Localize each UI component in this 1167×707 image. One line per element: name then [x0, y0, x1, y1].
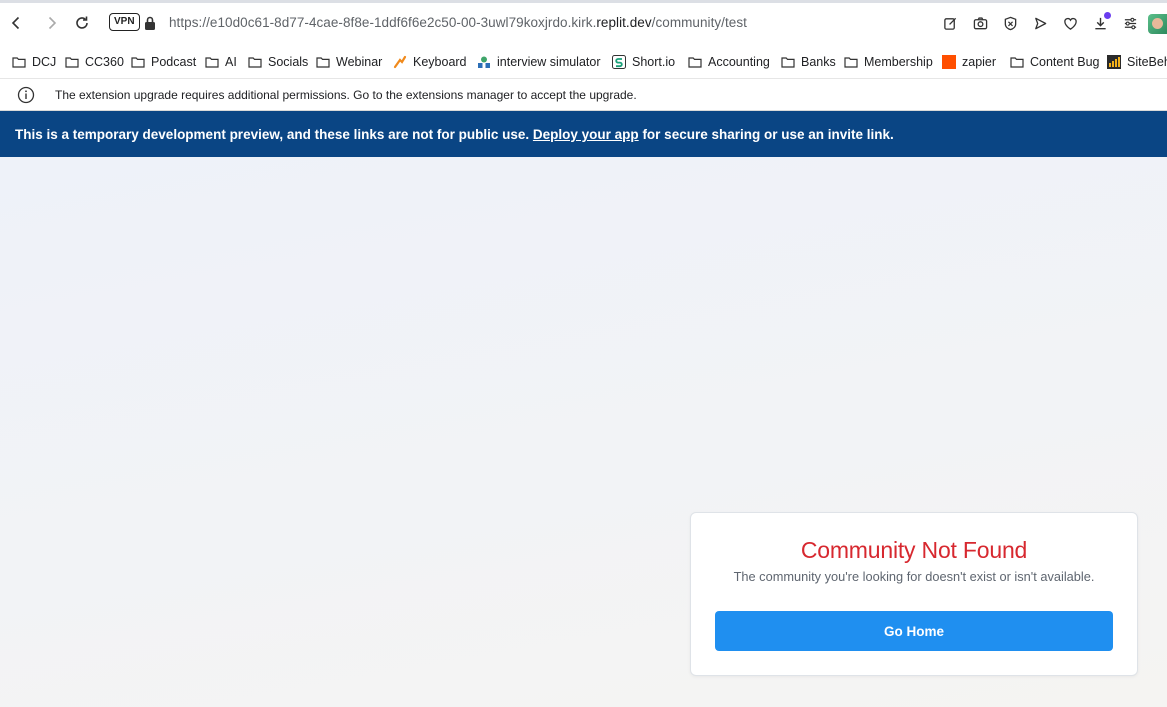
- bookmark-cc360[interactable]: CC360: [65, 53, 124, 71]
- folder-icon: [781, 55, 795, 69]
- bookmark-label: Membership: [864, 55, 933, 69]
- bookmark-ai[interactable]: AI: [205, 53, 237, 71]
- bookmark-content-bug[interactable]: Content Bug: [1010, 53, 1100, 71]
- flow-button[interactable]: [1028, 11, 1052, 35]
- bookmark-label: SiteBeh: [1127, 55, 1167, 69]
- bookmark-label: Webinar: [336, 55, 383, 69]
- folder-icon: [12, 55, 26, 69]
- bookmark-shortio[interactable]: Short.io: [612, 53, 675, 71]
- bookmark-label: Socials: [268, 55, 309, 69]
- snapshot-button[interactable]: [968, 11, 992, 35]
- bookmark-zapier[interactable]: zapier: [942, 53, 996, 71]
- bookmark-label: AI: [225, 55, 237, 69]
- bookmark-webinar[interactable]: Webinar: [316, 53, 382, 71]
- bookmark-label: Short.io: [632, 55, 676, 69]
- download-badge: [1104, 12, 1111, 19]
- profile-avatar[interactable]: [1148, 14, 1167, 34]
- bookmark-label: Content Bug: [1030, 55, 1100, 69]
- back-button[interactable]: [4, 11, 28, 35]
- shield-icon: [1004, 16, 1016, 30]
- reload-button[interactable]: [70, 11, 94, 35]
- bookmark-label: Podcast: [151, 55, 197, 69]
- folder-icon: [844, 55, 858, 69]
- go-home-button[interactable]: Go Home: [715, 611, 1113, 651]
- error-message: The community you're looking for doesn't…: [733, 569, 1095, 584]
- url-prefix: https://e10d0c61-8d77-4cae-8f8e-1ddf6f6e…: [169, 15, 597, 30]
- bookmark-label: DCJ: [32, 55, 57, 69]
- folder-icon: [131, 55, 145, 69]
- url-path: /community/test: [651, 15, 747, 30]
- bookmark-sitebehaviour[interactable]: SiteBeh: [1107, 53, 1167, 71]
- folder-icon: [688, 55, 702, 69]
- forward-button[interactable]: [40, 11, 64, 35]
- edit-icon: [943, 17, 956, 30]
- bookmark-banks[interactable]: Banks: [781, 53, 836, 71]
- bookmark-label: CC360: [85, 55, 124, 69]
- banner-text-after: for secure sharing or use an invite link…: [642, 127, 894, 142]
- easy-setup-button[interactable]: [1118, 11, 1142, 35]
- camera-icon: [973, 16, 987, 29]
- infobar-message: The extension upgrade requires additiona…: [55, 88, 637, 102]
- lock-icon[interactable]: [143, 15, 157, 31]
- bookmark-label: zapier: [962, 55, 997, 69]
- bookmark-accounting[interactable]: Accounting: [688, 53, 770, 71]
- bookmark-keyboard[interactable]: Keyboard: [393, 53, 467, 71]
- url-host: replit.dev: [596, 15, 652, 30]
- forward-icon: [48, 16, 57, 30]
- bookmarks-bar: DCJ CC360 Podcast AI Socials Webinar Key…: [0, 44, 1167, 78]
- adblock-button[interactable]: [998, 11, 1022, 35]
- error-title: Community Not Found: [800, 537, 1028, 563]
- folder-icon: [205, 55, 219, 69]
- back-icon: [11, 16, 20, 30]
- bookmark-label: Keyboard: [413, 55, 467, 69]
- vpn-badge[interactable]: VPN: [109, 13, 140, 31]
- menu-icon: [1124, 17, 1136, 29]
- sitebehaviour-icon: [1107, 55, 1121, 69]
- bookmark-label: Accounting: [708, 55, 770, 69]
- banner-text-before: This is a temporary development preview,…: [15, 127, 530, 142]
- deploy-app-link[interactable]: Deploy your app: [533, 127, 639, 142]
- simulator-icon: [477, 55, 491, 69]
- favorites-button[interactable]: [1058, 11, 1082, 35]
- address-bar[interactable]: https://e10d0c61-8d77-4cae-8f8e-1ddf6f6e…: [169, 15, 747, 30]
- folder-icon: [65, 55, 79, 69]
- extension-infobar: The extension upgrade requires additiona…: [0, 78, 1167, 111]
- dev-preview-banner: This is a temporary development preview,…: [0, 111, 1167, 157]
- page-content: Community Not Found The community you're…: [0, 157, 1167, 707]
- bookmark-label: Banks: [801, 55, 836, 69]
- heart-icon: [1063, 17, 1077, 30]
- send-icon: [1034, 17, 1046, 29]
- edit-button[interactable]: [938, 11, 962, 35]
- reload-icon: [76, 16, 88, 29]
- info-icon: [17, 86, 35, 104]
- browser-toolbar: VPN https://e10d0c61-8d77-4cae-8f8e-1ddf…: [0, 0, 1167, 44]
- folder-icon: [1010, 55, 1024, 69]
- bookmark-label: interview simulator: [497, 55, 601, 69]
- downloads-button[interactable]: [1088, 11, 1112, 35]
- bookmark-membership[interactable]: Membership: [844, 53, 933, 71]
- bookmark-interview-simulator[interactable]: interview simulator: [477, 53, 601, 71]
- zapier-icon: [942, 55, 956, 69]
- bookmark-dcj[interactable]: DCJ: [12, 53, 56, 71]
- bookmark-podcast[interactable]: Podcast: [131, 53, 196, 71]
- not-found-card: Community Not Found The community you're…: [690, 512, 1138, 676]
- keyboard-icon: [393, 55, 407, 69]
- bookmark-socials[interactable]: Socials: [248, 53, 308, 71]
- shortio-icon: [612, 55, 626, 69]
- folder-icon: [248, 55, 262, 69]
- folder-icon: [316, 55, 330, 69]
